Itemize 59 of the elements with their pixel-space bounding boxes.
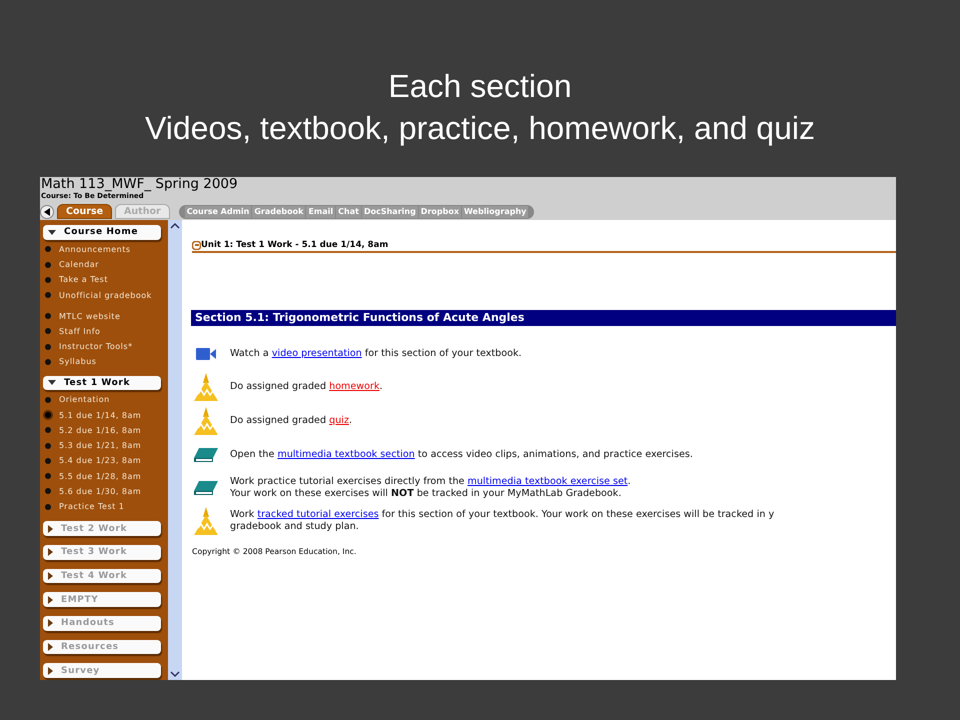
- sidebar-link[interactable]: Announcements: [59, 244, 131, 254]
- activity-link[interactable]: tracked tutorial exercises: [257, 509, 379, 520]
- sidebar-link[interactable]: 5.2 due 1/16, 8am: [59, 426, 142, 435]
- toolbar-button[interactable]: Dropbox: [418, 206, 461, 218]
- back-button[interactable]: [40, 204, 54, 218]
- activity-link[interactable]: quiz: [329, 415, 349, 426]
- sidebar-link[interactable]: Syllabus: [59, 357, 96, 366]
- section-heading: Section 5.1: Trigonometric Functions of Acute Angles: [191, 310, 896, 326]
- toolbar-button[interactable]: Webliography: [462, 206, 528, 218]
- sidebar-group-header[interactable]: Test 4 Work: [43, 568, 161, 584]
- tab[interactable]: Course: [57, 204, 112, 219]
- sidebar-link[interactable]: 5.6 due 1/30, 8am: [59, 486, 142, 496]
- toolbar-button[interactable]: Course Admin: [184, 206, 252, 218]
- sidebar-link[interactable]: 5.3 due 1/21, 8am: [59, 441, 142, 450]
- slide-title: Videos, textbook, practice, homework, and quiz: [145, 109, 815, 147]
- activity-link[interactable]: multimedia textbook section: [277, 448, 415, 460]
- activity-text: Do assigned graded quiz.: [230, 415, 352, 427]
- toolbar-button[interactable]: DocSharing: [362, 206, 418, 218]
- activity-link[interactable]: video presentation: [272, 348, 362, 358]
- sidebar-link[interactable]: 5.5 due 1/28, 8am: [59, 472, 142, 481]
- sidebar-group-header[interactable]: EMPTY: [43, 592, 161, 607]
- sidebar-link[interactable]: Calendar: [59, 260, 99, 270]
- sidebar-link[interactable]: 5.1 due 1/14, 8am: [59, 410, 142, 420]
- sidebar-link[interactable]: Staff Info: [59, 326, 100, 336]
- activity-text: Work practice tutorial exercises directly from the multimedia textbook exercise set. Your work on these exercises will NOT be tracked in your MyMathLab Gradebook.: [230, 476, 631, 500]
- book-icon: [194, 480, 218, 494]
- sidebar-group-header[interactable]: Test 1 Work: [43, 376, 161, 390]
- sidebar-group-header[interactable]: Resources: [43, 640, 161, 654]
- course-title: Math 113_MWF_ Spring 2009: [40, 177, 239, 192]
- activity-text: Do assigned graded homework.: [230, 381, 383, 393]
- sidebar-link[interactable]: Orientation: [59, 395, 110, 404]
- left-triangle-icon: [44, 208, 50, 216]
- sidebar-group-header[interactable]: Test 3 Work: [43, 544, 161, 560]
- sidebar-link[interactable]: Unofficial gradebook: [59, 290, 152, 300]
- slide-title: Each section: [388, 67, 572, 105]
- video-camera-icon: [196, 346, 216, 360]
- sidebar-link[interactable]: Practice Test 1: [59, 502, 124, 512]
- pyramid-icon: [194, 407, 218, 435]
- toolbar-button[interactable]: Gradebook: [252, 206, 306, 218]
- activity-text: Open the multimedia textbook section to access video clips, animations, and practice exercises.: [230, 448, 693, 460]
- sidebar-group-header[interactable]: Handouts: [43, 616, 161, 631]
- pyramid-icon: [194, 507, 218, 535]
- sidebar-link[interactable]: Instructor Tools*: [59, 342, 133, 352]
- sidebar-link[interactable]: Take a Test: [59, 275, 108, 284]
- book-icon: [194, 448, 218, 462]
- sidebar-link[interactable]: 5.4 due 1/23, 8am: [59, 456, 142, 466]
- sidebar-link[interactable]: MTLC website: [59, 312, 120, 321]
- sidebar-group-header[interactable]: Survey: [43, 663, 161, 678]
- unit-heading: Unit 1: Test 1 Work - 5.1 due 1/14, 8am: [201, 240, 388, 250]
- toolbar-button[interactable]: Email: [306, 206, 336, 218]
- activity-link[interactable]: homework: [329, 381, 380, 392]
- sidebar-group-header[interactable]: Course Home: [43, 225, 161, 240]
- activity-text: Work tracked tutorial exercises for this section of your textbook. Your work on these exercises will be tracked in y gradebook and study plan.: [230, 509, 774, 533]
- sidebar-group-header[interactable]: Test 2 Work: [43, 521, 161, 536]
- activity-link[interactable]: multimedia textbook exercise set: [468, 476, 628, 486]
- pyramid-icon: [194, 373, 218, 401]
- activity-text: Watch a video presentation for this section of your textbook.: [230, 348, 522, 360]
- scrollbar[interactable]: [168, 220, 182, 680]
- toolbar-button[interactable]: Chat: [336, 206, 361, 218]
